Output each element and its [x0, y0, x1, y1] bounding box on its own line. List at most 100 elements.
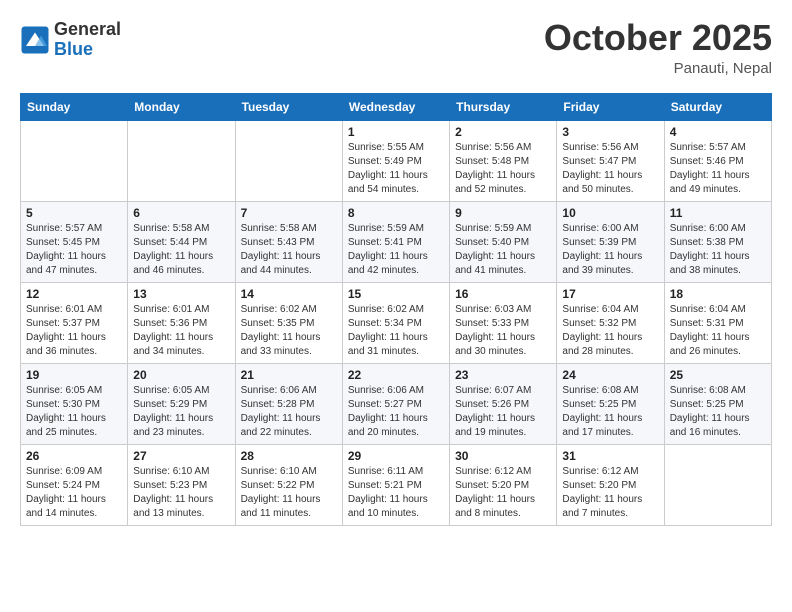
weekday-header-tuesday: Tuesday — [235, 94, 342, 121]
month-title: October 2025 — [544, 20, 772, 56]
day-number: 16 — [455, 287, 551, 301]
calendar-cell: 22 Sunrise: 6:06 AMSunset: 5:27 PMDayligh… — [342, 364, 449, 445]
day-info: Sunrise: 6:02 AMSunset: 5:34 PMDaylight:… — [348, 303, 444, 359]
day-info: Sunrise: 6:03 AMSunset: 5:33 PMDaylight:… — [455, 303, 551, 359]
calendar-week-2: 5Sunrise: 5:57 AMSunset: 5:45 PMDaylight… — [21, 202, 772, 283]
day-info: Sunrise: 6:07 AMSunset: 5:26 PMDaylight:… — [455, 384, 551, 440]
day-number: 24 — [562, 368, 658, 382]
day-info: Sunrise: 6:12 AMSunset: 5:20 PMDaylight:… — [562, 465, 658, 521]
calendar-cell: 3Sunrise: 5:56 AMSunset: 5:47 PMDaylight… — [557, 121, 664, 202]
day-info: Sunrise: 6:06 AMSunset: 5:27 PMDaylight:… — [348, 384, 444, 440]
day-number: 25 — [670, 368, 766, 382]
calendar-cell: 13 Sunrise: 6:01 AMSunset: 5:36 PMDayligh… — [128, 283, 235, 364]
day-number: 23 — [455, 368, 551, 382]
day-number: 15 — [348, 287, 444, 301]
day-info: Sunrise: 6:00 AMSunset: 5:38 PMDaylight:… — [670, 222, 766, 278]
day-info: Sunrise: 6:05 AMSunset: 5:29 PMDaylight:… — [133, 384, 229, 440]
day-number: 29 — [348, 449, 444, 463]
weekday-header-sunday: Sunday — [21, 94, 128, 121]
day-info: Sunrise: 6:10 AMSunset: 5:23 PMDaylight:… — [133, 465, 229, 521]
day-number: 5 — [26, 206, 122, 220]
day-number: 17 — [562, 287, 658, 301]
calendar-cell: 10Sunrise: 6:00 AMSunset: 5:39 PMDayligh… — [557, 202, 664, 283]
calendar-cell: 18Sunrise: 6:04 AMSunset: 5:31 PMDayligh… — [664, 283, 771, 364]
day-info: Sunrise: 6:06 AMSunset: 5:28 PMDaylight:… — [241, 384, 337, 440]
calendar-week-5: 26 Sunrise: 6:09 AMSunset: 5:24 PMDayligh… — [21, 445, 772, 526]
calendar-cell: 15 Sunrise: 6:02 AMSunset: 5:34 PMDayligh… — [342, 283, 449, 364]
calendar-cell: 31 Sunrise: 6:12 AMSunset: 5:20 PMDayligh… — [557, 445, 664, 526]
calendar-cell: 23 Sunrise: 6:07 AMSunset: 5:26 PMDayligh… — [450, 364, 557, 445]
day-number: 27 — [133, 449, 229, 463]
weekday-header-wednesday: Wednesday — [342, 94, 449, 121]
day-number: 11 — [670, 206, 766, 220]
day-info: Sunrise: 6:04 AMSunset: 5:32 PMDaylight:… — [562, 303, 658, 359]
day-number: 1 — [348, 125, 444, 139]
day-info: Sunrise: 6:01 AMSunset: 5:36 PMDaylight:… — [133, 303, 229, 359]
calendar-cell — [128, 121, 235, 202]
calendar-cell: 5Sunrise: 5:57 AMSunset: 5:45 PMDaylight… — [21, 202, 128, 283]
calendar-cell: 12 Sunrise: 6:01 AMSunset: 5:37 PMDayligh… — [21, 283, 128, 364]
calendar-cell: 25 Sunrise: 6:08 AMSunset: 5:25 PMDayligh… — [664, 364, 771, 445]
calendar-cell: 8 Sunrise: 5:59 AMSunset: 5:41 PMDaylight… — [342, 202, 449, 283]
calendar-cell: 14Sunrise: 6:02 AMSunset: 5:35 PMDayligh… — [235, 283, 342, 364]
day-info: Sunrise: 6:12 AMSunset: 5:20 PMDaylight:… — [455, 465, 551, 521]
day-info: Sunrise: 6:09 AMSunset: 5:24 PMDaylight:… — [26, 465, 122, 521]
day-info: Sunrise: 5:59 AMSunset: 5:41 PMDaylight:… — [348, 222, 444, 278]
day-number: 12 — [26, 287, 122, 301]
calendar-cell: 24 Sunrise: 6:08 AMSunset: 5:25 PMDayligh… — [557, 364, 664, 445]
day-info: Sunrise: 6:11 AMSunset: 5:21 PMDaylight:… — [348, 465, 444, 521]
calendar-cell: 1Sunrise: 5:55 AMSunset: 5:49 PMDaylight… — [342, 121, 449, 202]
calendar-cell: 2 Sunrise: 5:56 AMSunset: 5:48 PMDaylight… — [450, 121, 557, 202]
logo-icon — [20, 25, 50, 55]
calendar-cell: 19 Sunrise: 6:05 AMSunset: 5:30 PMDayligh… — [21, 364, 128, 445]
logo-blue: Blue — [54, 40, 121, 60]
day-info: Sunrise: 6:05 AMSunset: 5:30 PMDaylight:… — [26, 384, 122, 440]
calendar-cell: 16 Sunrise: 6:03 AMSunset: 5:33 PMDayligh… — [450, 283, 557, 364]
day-number: 20 — [133, 368, 229, 382]
calendar-cell: 27 Sunrise: 6:10 AMSunset: 5:23 PMDayligh… — [128, 445, 235, 526]
calendar-cell: 11 Sunrise: 6:00 AMSunset: 5:38 PMDayligh… — [664, 202, 771, 283]
weekday-header-monday: Monday — [128, 94, 235, 121]
calendar-cell: 17 Sunrise: 6:04 AMSunset: 5:32 PMDayligh… — [557, 283, 664, 364]
day-number: 26 — [26, 449, 122, 463]
day-number: 22 — [348, 368, 444, 382]
day-number: 13 — [133, 287, 229, 301]
day-number: 19 — [26, 368, 122, 382]
day-number: 28 — [241, 449, 337, 463]
calendar-cell: 21 Sunrise: 6:06 AMSunset: 5:28 PMDayligh… — [235, 364, 342, 445]
day-info: Sunrise: 6:10 AMSunset: 5:22 PMDaylight:… — [241, 465, 337, 521]
page-header: General Blue October 2025 Panauti, Nepal — [20, 20, 772, 77]
day-info: Sunrise: 5:56 AMSunset: 5:48 PMDaylight:… — [455, 141, 551, 197]
calendar-cell: 26 Sunrise: 6:09 AMSunset: 5:24 PMDayligh… — [21, 445, 128, 526]
day-number: 9 — [455, 206, 551, 220]
day-number: 2 — [455, 125, 551, 139]
title-block: October 2025 Panauti, Nepal — [544, 20, 772, 77]
day-number: 6 — [133, 206, 229, 220]
calendar-table: SundayMondayTuesdayWednesdayThursdayFrid… — [20, 93, 772, 526]
day-number: 4 — [670, 125, 766, 139]
day-number: 21 — [241, 368, 337, 382]
day-info: Sunrise: 5:59 AMSunset: 5:40 PMDaylight:… — [455, 222, 551, 278]
day-number: 18 — [670, 287, 766, 301]
weekday-header-row: SundayMondayTuesdayWednesdayThursdayFrid… — [21, 94, 772, 121]
day-info: Sunrise: 6:08 AMSunset: 5:25 PMDaylight:… — [562, 384, 658, 440]
weekday-header-thursday: Thursday — [450, 94, 557, 121]
calendar-week-3: 12 Sunrise: 6:01 AMSunset: 5:37 PMDayligh… — [21, 283, 772, 364]
calendar-cell — [235, 121, 342, 202]
day-info: Sunrise: 6:02 AMSunset: 5:35 PMDaylight:… — [241, 303, 337, 359]
calendar-cell: 20 Sunrise: 6:05 AMSunset: 5:29 PMDayligh… — [128, 364, 235, 445]
logo: General Blue — [20, 20, 121, 60]
day-info: Sunrise: 6:01 AMSunset: 5:37 PMDaylight:… — [26, 303, 122, 359]
day-number: 30 — [455, 449, 551, 463]
calendar-cell: 4 Sunrise: 5:57 AMSunset: 5:46 PMDaylight… — [664, 121, 771, 202]
day-info: Sunrise: 5:57 AMSunset: 5:46 PMDaylight:… — [670, 141, 766, 197]
day-number: 8 — [348, 206, 444, 220]
day-info: Sunrise: 5:58 AMSunset: 5:43 PMDaylight:… — [241, 222, 337, 278]
calendar-cell: 6Sunrise: 5:58 AMSunset: 5:44 PMDaylight… — [128, 202, 235, 283]
calendar-cell: 30 Sunrise: 6:12 AMSunset: 5:20 PMDayligh… — [450, 445, 557, 526]
day-number: 7 — [241, 206, 337, 220]
calendar-cell: 28 Sunrise: 6:10 AMSunset: 5:22 PMDayligh… — [235, 445, 342, 526]
day-info: Sunrise: 6:08 AMSunset: 5:25 PMDaylight:… — [670, 384, 766, 440]
day-number: 31 — [562, 449, 658, 463]
weekday-header-saturday: Saturday — [664, 94, 771, 121]
